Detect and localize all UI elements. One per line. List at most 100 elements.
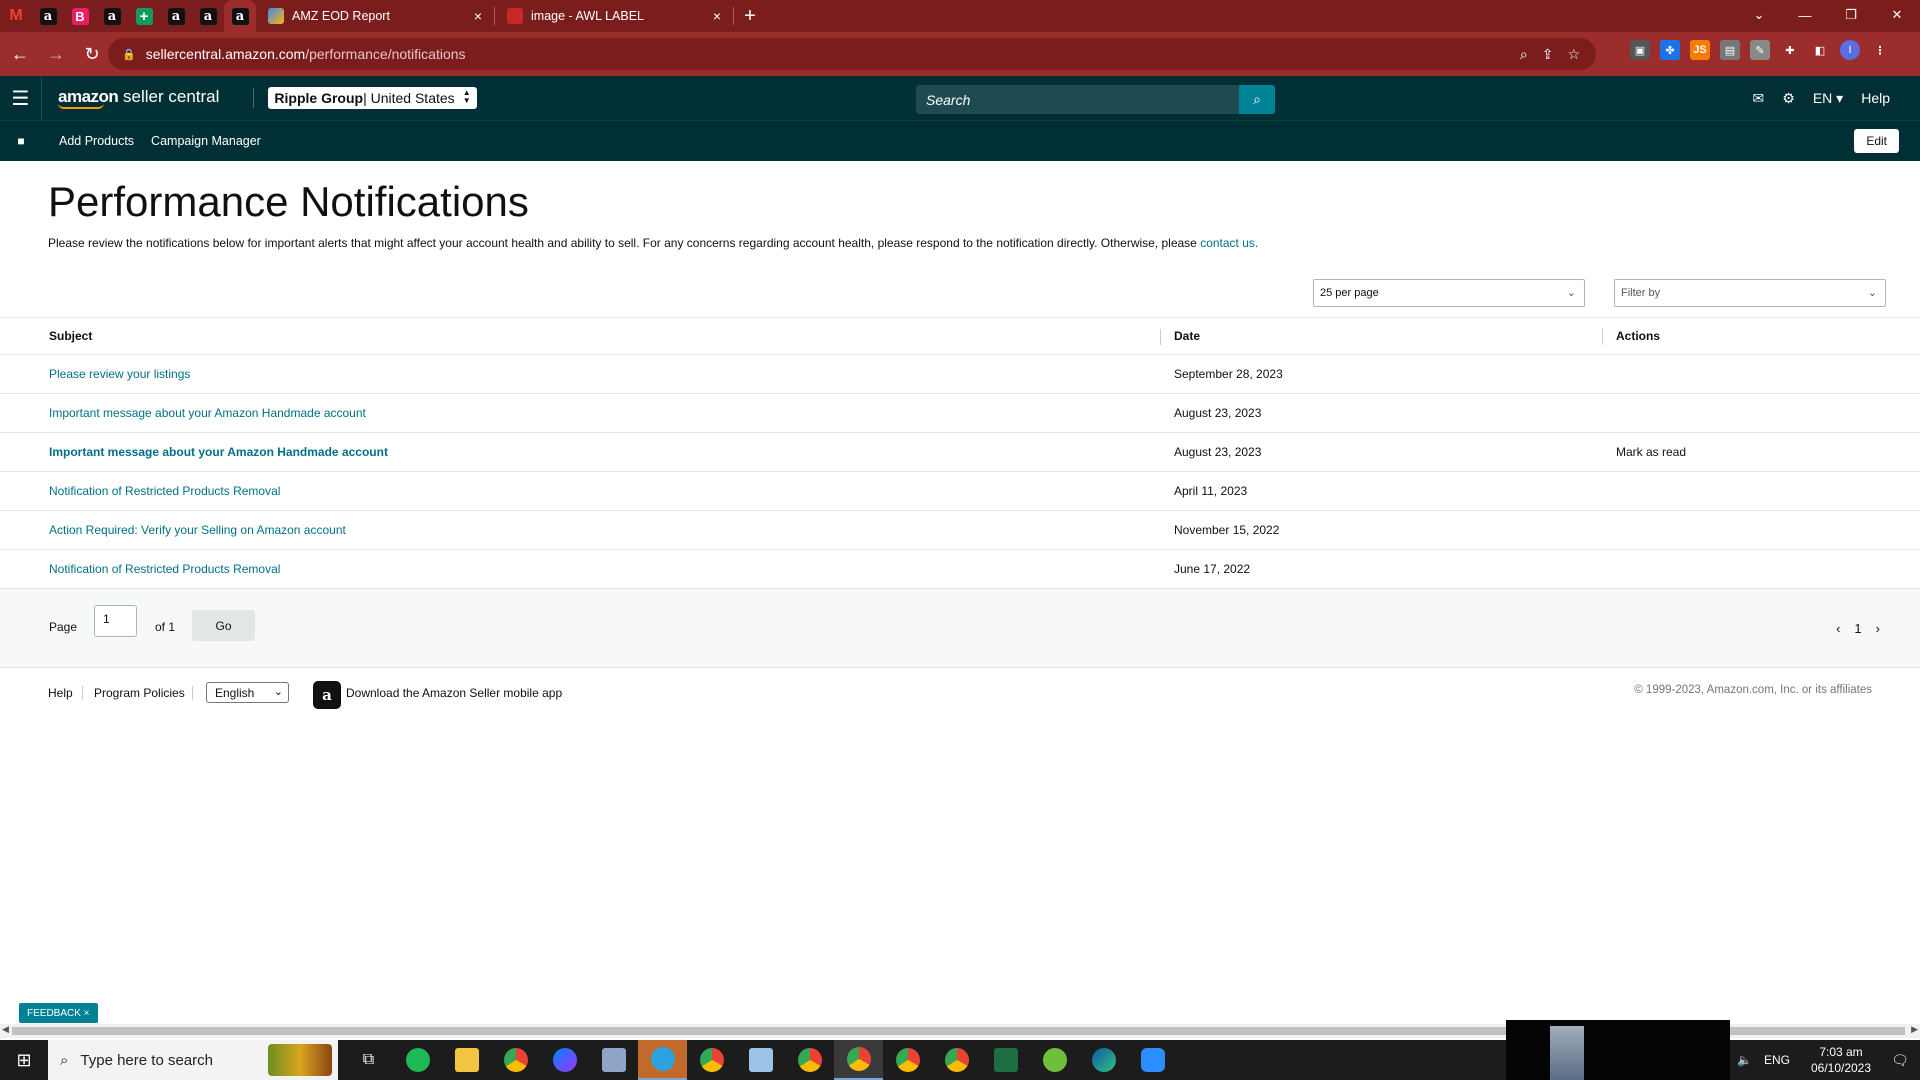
copyright: © 1999-2023, Amazon.com, Inc. or its aff… [1634,684,1872,696]
share-icon[interactable]: ⇪ [1542,46,1554,63]
chrome-profile-icon[interactable] [883,1040,932,1080]
chrome-profile-icon[interactable] [687,1040,736,1080]
scroll-right-icon[interactable]: ▶ [1911,1024,1918,1035]
pinned-tab-amazon[interactable]: a [192,0,224,32]
footer-divider [192,686,193,700]
extension-edit-icon[interactable]: ✎ [1750,40,1770,60]
side-panel-icon[interactable]: ◧ [1810,40,1830,60]
account-switcher[interactable]: Ripple Group | United States ▲ ▼ [268,87,477,109]
calculator-icon[interactable] [589,1040,638,1080]
volume-icon[interactable]: 🔈 [1737,1053,1752,1067]
current-page[interactable]: 1 [1854,621,1861,636]
back-arrow-icon[interactable]: ← [4,38,36,70]
go-button[interactable]: Go [192,610,255,641]
search-input[interactable]: Search [916,85,1239,114]
restore-button[interactable]: ❐ [1828,0,1874,30]
chrome-icon[interactable] [491,1040,540,1080]
mark-as-read-link[interactable]: Mark as read [1616,445,1686,459]
zoom-icon[interactable]: ⌕ [1520,46,1528,63]
telegram-icon[interactable] [638,1040,687,1080]
extension-js-icon[interactable]: JS [1690,40,1710,60]
download-app-link[interactable]: Download the Amazon Seller mobile app [346,686,562,700]
close-icon[interactable]: × [474,8,482,24]
per-page-select[interactable]: 25 per page ⌄ [1313,279,1585,307]
footer-language-select[interactable]: English ⌄ [206,682,289,703]
pinned-tab-amazon[interactable]: a [96,0,128,32]
close-icon[interactable]: × [713,8,721,24]
scroll-left-icon[interactable]: ◀ [2,1024,9,1035]
amazon-seller-app-icon[interactable]: a [313,681,341,709]
notification-subject-link[interactable]: Notification of Restricted Products Remo… [49,484,280,498]
contact-us-link[interactable]: contact us. [1200,236,1258,250]
clock[interactable]: 7:03 am 06/10/2023 [1802,1044,1880,1076]
header-actions: ✉ ⚙ EN ▾ Help [1753,76,1890,120]
pinned-tab-amazon[interactable]: a [32,0,64,32]
extension-puzzle-blue-icon[interactable]: ✤ [1660,40,1680,60]
nav-add-products[interactable]: Add Products [59,134,134,148]
browser-menu-icon[interactable]: ⋮ [1870,40,1890,60]
chrome-profile-icon[interactable] [932,1040,981,1080]
pinned-tab-b-app[interactable]: B [64,0,96,32]
chrome-profile-icon[interactable] [785,1040,834,1080]
pinned-tab-gmail[interactable]: M [0,0,32,32]
hamburger-menu-icon[interactable]: ☰ [0,76,42,120]
task-view-icon[interactable]: ⧉ [344,1040,393,1080]
gear-icon[interactable]: ⚙ [1782,90,1795,107]
search-button[interactable]: ⌕ [1239,85,1275,114]
notification-center-icon[interactable]: 🗨 [1880,1052,1920,1069]
chrome-profile-icon[interactable] [834,1040,883,1080]
language-selector[interactable]: EN ▾ [1813,90,1843,107]
forward-arrow-icon[interactable]: → [40,38,72,70]
extensions-puzzle-icon[interactable]: ✚ [1780,40,1800,60]
logo-suffix: seller central [118,86,220,106]
extension-chart-icon[interactable]: ▤ [1720,40,1740,60]
taskbar-search[interactable]: ⌕ Type here to search [48,1040,338,1080]
amazon-icon: a [199,7,217,25]
edge-icon[interactable] [1079,1040,1128,1080]
address-bar[interactable]: 🔒 sellercentral.amazon.com/performance/n… [108,38,1596,70]
utorrent-icon[interactable] [1030,1040,1079,1080]
new-tab-button[interactable]: + [734,0,766,32]
url-path: /performance/notifications [305,46,466,62]
bookmark-star-icon[interactable]: ☆ [1567,46,1580,63]
reload-icon[interactable]: ↻ [76,38,108,70]
program-policies-link[interactable]: Program Policies [94,686,185,700]
notification-subject-link[interactable]: Important message about your Amazon Hand… [49,406,366,420]
next-page-icon[interactable]: › [1876,621,1880,636]
pinned-tab-amazon-active[interactable]: a [224,0,256,32]
previous-page-icon[interactable]: ‹ [1836,621,1840,636]
notification-subject-link[interactable]: Please review your listings [49,367,190,381]
windows-start-icon[interactable]: ⊞ [0,1050,48,1071]
tab-awl-label[interactable]: image - AWL LABEL × [495,0,733,32]
minimize-button[interactable]: — [1782,0,1828,30]
pinned-tab-amazon[interactable]: a [160,0,192,32]
seller-central-logo[interactable]: amazon seller central [58,88,219,109]
nav-campaign-manager[interactable]: Campaign Manager [151,134,261,148]
help-link[interactable]: Help [1861,90,1890,106]
edit-bookmarks-button[interactable]: Edit [1854,129,1899,153]
feedback-button[interactable]: FEEDBACK × [19,1003,98,1023]
zoom-icon[interactable] [1128,1040,1177,1080]
notification-subject-link[interactable]: Important message about your Amazon Hand… [49,445,388,459]
filter-by-select[interactable]: Filter by ⌄ [1614,279,1886,307]
bookmark-icon[interactable]: ■ [0,134,42,148]
notification-subject-link[interactable]: Action Required: Verify your Selling on … [49,523,346,537]
messenger-icon[interactable] [540,1040,589,1080]
close-window-button[interactable]: ✕ [1874,0,1920,30]
pinned-tab-sheets[interactable]: + [128,0,160,32]
file-explorer-icon[interactable] [442,1040,491,1080]
input-language[interactable]: ENG [1764,1053,1790,1067]
profile-avatar[interactable]: I [1840,40,1860,60]
tab-search-chevron-icon[interactable]: ⌄ [1736,0,1782,30]
tab-amz-eod-report[interactable]: AMZ EOD Report × [256,0,494,32]
extension-off-icon[interactable]: ▣ [1630,40,1650,60]
notification-subject-link[interactable]: Notification of Restricted Products Remo… [49,562,280,576]
excel-icon[interactable] [981,1040,1030,1080]
mail-icon[interactable]: ✉ [1753,90,1765,107]
page-number-input[interactable]: 1 [94,605,137,637]
tab-favicon [507,8,523,24]
notes-icon[interactable] [736,1040,785,1080]
header-divider [253,88,255,108]
footer-help-link[interactable]: Help [48,686,73,700]
spotify-icon[interactable] [393,1040,442,1080]
